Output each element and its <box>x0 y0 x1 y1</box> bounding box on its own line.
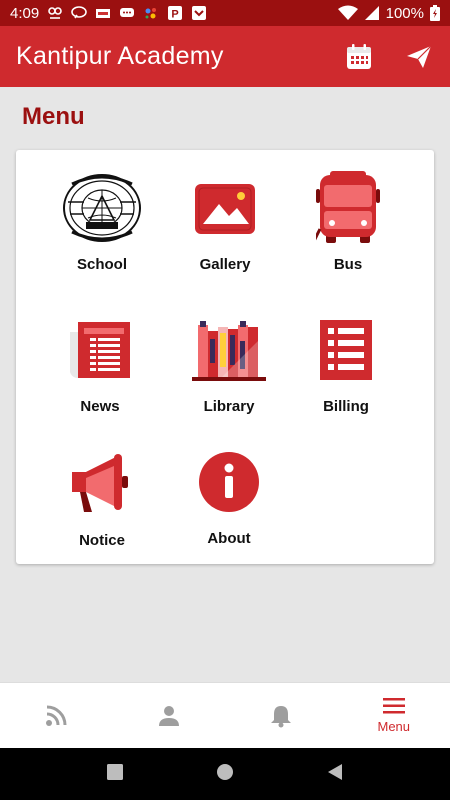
menu-item-label: About <box>207 530 251 547</box>
gallery-icon <box>195 184 255 234</box>
menu-item-notice[interactable]: Notice <box>42 444 162 564</box>
send-button[interactable] <box>404 42 434 72</box>
menu-item-label: Notice <box>79 532 125 549</box>
school-logo-icon <box>63 174 141 242</box>
nav-feed[interactable] <box>0 683 113 748</box>
paper-plane-icon <box>407 45 432 68</box>
menu-item-billing[interactable]: Billing <box>286 310 406 430</box>
menu-grid: School Gallery Bus News Library Billing … <box>16 150 434 564</box>
bell-icon <box>271 705 292 727</box>
menu-item-label: Gallery <box>199 256 251 273</box>
nav-menu-label: Menu <box>377 719 411 734</box>
app-bar: Kantipur Academy <box>0 26 450 87</box>
p-app-icon: P <box>168 6 183 21</box>
news-icon <box>70 322 130 378</box>
menu-item-school[interactable]: School <box>42 168 162 288</box>
app-bar-actions <box>344 42 434 72</box>
menu-item-about[interactable]: About <box>169 442 289 562</box>
rss-icon <box>46 705 67 726</box>
recents-button[interactable] <box>106 763 124 786</box>
bus-icon <box>316 171 380 243</box>
info-icon <box>199 452 259 512</box>
menu-item-label: Library <box>203 398 255 415</box>
status-system-icons: 100% <box>337 4 440 22</box>
menu-item-bus[interactable]: Bus <box>288 168 408 288</box>
circle-icon <box>217 763 233 780</box>
notification-app-icon <box>48 7 63 19</box>
message-icon <box>71 6 88 19</box>
app-title: Kantipur Academy <box>16 42 224 70</box>
nav-menu[interactable]: Menu <box>338 683 450 748</box>
wifi-icon <box>337 5 358 20</box>
menu-item-news[interactable]: News <box>40 310 160 430</box>
menu-item-gallery[interactable]: Gallery <box>165 168 285 288</box>
person-icon <box>158 705 179 726</box>
status-notification-icons: P <box>47 6 207 20</box>
calendar-icon <box>347 43 371 69</box>
assistant-icon <box>145 8 157 19</box>
page-title: Menu <box>22 103 85 130</box>
menu-item-label: Billing <box>323 398 369 415</box>
nav-notifications[interactable] <box>225 683 338 748</box>
news-app-icon <box>96 9 111 18</box>
hamburger-menu-icon <box>382 698 405 714</box>
billing-icon <box>320 320 372 380</box>
menu-item-label: Bus <box>333 256 363 273</box>
pocket-icon <box>192 6 207 20</box>
home-button[interactable] <box>216 763 234 786</box>
system-navigation-bar <box>0 748 450 800</box>
back-button[interactable] <box>326 763 344 786</box>
menu-item-library[interactable]: Library <box>169 310 289 430</box>
status-bar: 4:09 P 100% <box>0 0 450 26</box>
battery-icon <box>430 5 440 21</box>
status-time: 4:09 <box>10 4 40 22</box>
megaphone-icon <box>72 454 128 512</box>
triangle-back-icon <box>328 763 342 780</box>
square-icon <box>107 763 123 780</box>
calendar-button[interactable] <box>344 42 374 72</box>
chat-icon <box>120 8 135 17</box>
nav-profile[interactable] <box>113 683 226 748</box>
battery-percent: 100% <box>385 4 424 22</box>
bottom-navigation: Menu <box>0 682 450 748</box>
menu-item-label: News <box>80 398 120 415</box>
menu-item-label: School <box>76 256 127 273</box>
signal-icon <box>364 6 379 20</box>
svg-text:P: P <box>172 9 179 21</box>
library-icon <box>192 321 266 381</box>
